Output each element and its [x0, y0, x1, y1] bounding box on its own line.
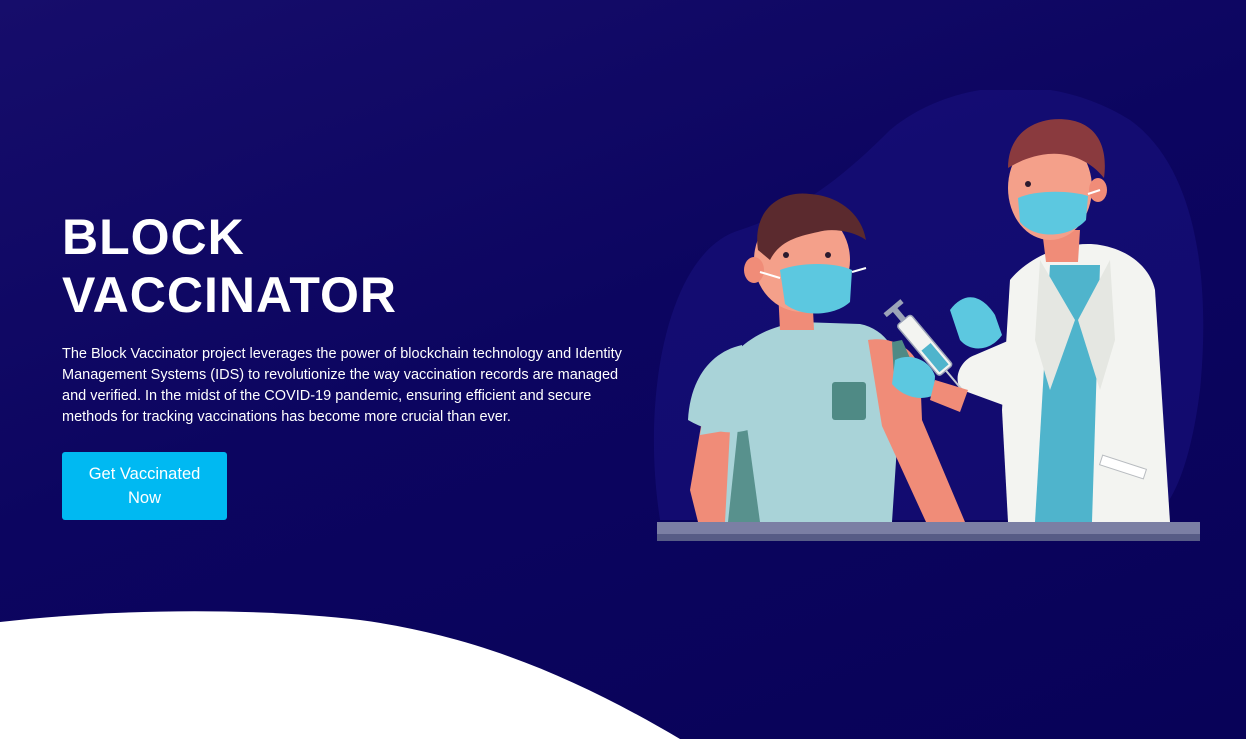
hero-title-line-2: VACCINATOR: [62, 267, 397, 323]
hero-title: BLOCK VACCINATOR: [62, 208, 622, 324]
vaccination-illustration: [653, 90, 1204, 541]
patient-mask-icon: [780, 264, 852, 314]
hero-text-block: BLOCK VACCINATOR The Block Vaccinator pr…: [62, 208, 622, 428]
bottom-wave: [0, 611, 680, 739]
table-edge: [657, 534, 1200, 541]
hero-description: The Block Vaccinator project leverages t…: [62, 346, 622, 425]
get-vaccinated-button[interactable]: Get Vaccinated Now: [62, 452, 227, 520]
table-top: [657, 522, 1200, 534]
hero-title-line-1: BLOCK: [62, 209, 245, 265]
